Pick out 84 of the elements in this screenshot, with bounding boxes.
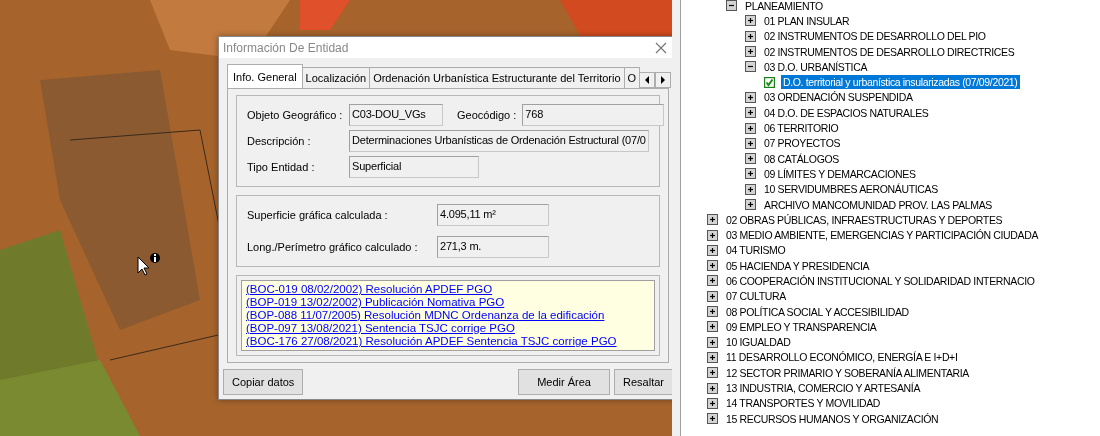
expand-icon[interactable] <box>707 413 718 425</box>
document-link[interactable]: (BOC-019 08/02/2002) Resolución APDEF PGO <box>246 283 650 296</box>
expand-icon[interactable] <box>707 397 718 409</box>
field-value: C03-DOU_VGs <box>349 104 443 126</box>
tree-item[interactable]: 03 D.O. URBANÍSTICA <box>762 59 870 74</box>
tree-item[interactable]: 06 TERRITORIO <box>762 121 841 135</box>
tree-item[interactable]: 03 MEDIO AMBIENTE, EMERGENCIAS Y PARTICIPACIÓN CIUDADA <box>724 228 1041 243</box>
expand-icon[interactable] <box>745 30 756 42</box>
tree-item[interactable]: 04 D.O. DE ESPACIOS NATURALES <box>762 105 931 120</box>
field-label: Superficie gráfica calculada : <box>247 207 389 223</box>
expand-icon[interactable] <box>707 229 718 241</box>
dialog-button[interactable]: Resaltar <box>614 369 672 395</box>
scroll-right-button[interactable] <box>655 72 672 88</box>
expand-icon[interactable] <box>745 107 756 119</box>
tree-item[interactable]: 10 SERVIDUMBRES AERONÁUTICAS <box>762 182 940 197</box>
expand-icon[interactable] <box>707 382 718 394</box>
field-value: 271,3 m. <box>437 236 549 258</box>
tree-item[interactable]: 10 IGUALDAD <box>724 335 793 350</box>
tree-item[interactable]: 14 TRANSPORTES Y MOVILIDAD <box>724 396 883 411</box>
expand-icon[interactable] <box>745 122 756 134</box>
tree-item[interactable]: 02 INSTRUMENTOS DE DESARROLLO DIRECTRICES <box>762 44 1017 59</box>
tree-item[interactable]: 02 INSTRUMENTOS DE DESARROLLO DEL PIO <box>762 29 988 44</box>
tree-item[interactable]: 07 PROYECTOS <box>762 136 843 151</box>
left-arrow-icon <box>644 76 651 84</box>
tree-item[interactable]: 05 HACIENDA Y PRESIDENCIA <box>724 258 872 273</box>
document-link[interactable]: (BOP-088 11/07/2005) Resolución MDNC Ordenanza de la edificación <box>246 309 650 322</box>
field-label: Geocódigo : <box>457 107 517 123</box>
field-value: Superficial <box>349 156 479 178</box>
expand-icon[interactable] <box>707 367 718 379</box>
field-label: Tipo Entidad : <box>247 159 316 175</box>
field-value: 768 <box>522 104 665 126</box>
tree-item[interactable]: 11 DESARROLLO ECONÓMICO, ENERGÍA E I+D+I <box>724 350 960 365</box>
expand-icon[interactable] <box>745 199 756 210</box>
tree-item[interactable]: 06 COOPERACIÓN INSTITUCIONAL Y SOLIDARIDAD INTERNACIO <box>724 274 1037 288</box>
field-label: Objeto Geográfico : <box>247 107 343 123</box>
tab[interactable]: Info. General <box>227 63 303 88</box>
tree-item[interactable]: 12 SECTOR PRIMARIO Y SOBERANÍA ALIMENTARIA <box>724 365 972 380</box>
expand-icon[interactable] <box>707 321 718 333</box>
expand-icon[interactable] <box>745 91 756 103</box>
right-arrow-icon <box>660 76 667 84</box>
tree-item[interactable]: PLANEAMIENTO <box>743 0 825 13</box>
field-label: Long./Perímetro gráfico calculado : <box>247 239 419 255</box>
tree-item[interactable]: 09 LÍMITES Y DEMARCACIONES <box>762 166 918 181</box>
dialog-button[interactable]: Medir Área <box>518 369 611 395</box>
scroll-left-button[interactable] <box>639 72 656 88</box>
close-icon[interactable] <box>655 41 667 54</box>
field-label: Descripción : <box>247 133 312 149</box>
checkbox[interactable] <box>764 76 775 88</box>
tree-item[interactable]: 15 RECURSOS HUMANOS Y ORGANIZACIÓN <box>724 411 941 426</box>
tree-item[interactable]: 09 EMPLEO Y TRANSPARENCIA <box>724 319 879 334</box>
tree-item[interactable]: 03 ORDENACIÓN SUSPENDIDA <box>762 90 915 105</box>
dialog-button[interactable]: Copiar datos <box>223 369 304 395</box>
collapse-icon[interactable] <box>745 61 756 73</box>
document-link[interactable]: (BOP-019 13/02/2002) Publicación Nomativa PGO <box>246 296 650 309</box>
expand-icon[interactable] <box>745 137 756 149</box>
field-value: Determinaciones Urbanísticas de Ordenación Estructural (07/0 <box>349 130 649 152</box>
expand-icon[interactable] <box>707 351 718 363</box>
document-link[interactable]: (BOP-097 13/08/2021) Sentencia TSJC corrige PGO <box>246 322 650 335</box>
collapse-icon[interactable] <box>726 0 737 12</box>
expand-icon[interactable] <box>745 15 756 27</box>
tree-item[interactable]: 04 TURISMO <box>724 243 788 258</box>
tree-item[interactable]: 08 CATÁLOGOS <box>762 151 841 166</box>
document-link[interactable]: (BOC-176 27/08/2021) Resolución APDEF Sentencia TSJC corrige PGO <box>246 335 650 348</box>
expand-icon[interactable] <box>707 290 718 302</box>
tree-item[interactable]: ARCHIVO MANCOMUNIDAD PROV. LAS PALMAS <box>762 197 995 212</box>
expand-icon[interactable] <box>745 153 756 165</box>
tree-item[interactable]: 02 OBRAS PÚBLICAS, INFRAESTRUCTURAS Y DEPORTES <box>724 212 1005 227</box>
field-value: 4.095,11 m² <box>437 204 549 226</box>
tree-item[interactable]: 08 POLÍTICA SOCIAL Y ACCESIBILIDAD <box>724 304 911 319</box>
pointer-info-cursor-icon <box>137 252 163 276</box>
tree-item[interactable]: D.O. territorial y urbanística insularizadas (07/09/2021) <box>781 75 1020 90</box>
expand-icon[interactable] <box>707 214 718 226</box>
expand-icon[interactable] <box>745 183 756 195</box>
tree-item[interactable]: 01 PLAN INSULAR <box>762 13 852 28</box>
tree-item[interactable]: 13 INDUSTRIA, COMERCIO Y ARTESANÍA <box>724 381 923 396</box>
expand-icon[interactable] <box>745 168 756 180</box>
expand-icon[interactable] <box>707 244 718 256</box>
window-title: Información De Entidad <box>223 39 349 57</box>
expand-icon[interactable] <box>707 306 718 318</box>
expand-icon[interactable] <box>707 336 718 348</box>
tree-item[interactable]: 07 CULTURA <box>724 289 788 304</box>
expand-icon[interactable] <box>745 46 756 58</box>
expand-icon[interactable] <box>707 275 718 287</box>
expand-icon[interactable] <box>707 260 718 272</box>
